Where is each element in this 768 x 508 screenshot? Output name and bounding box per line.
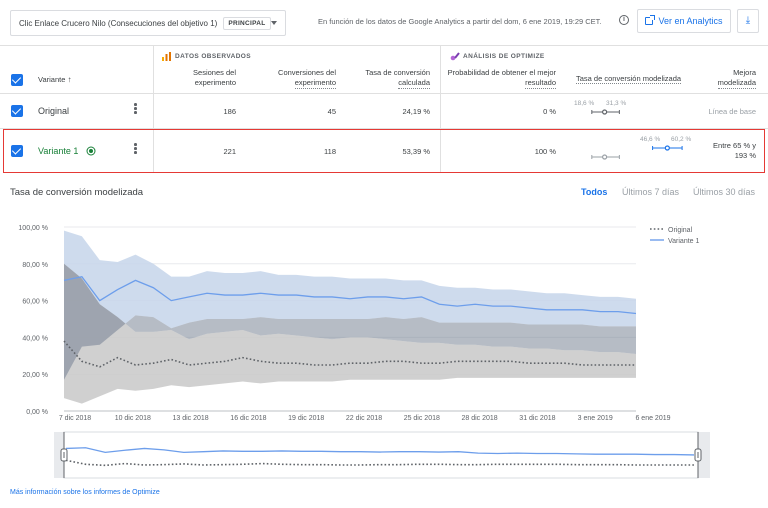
column-header-probability[interactable]: Probabilidad de obtener el mejor resulta…: [440, 68, 556, 89]
info-icon[interactable]: i: [619, 15, 629, 25]
header-line: Probabilidad de obtener el mejor: [447, 68, 556, 77]
view-in-analytics-label: Ver en Analytics: [658, 16, 723, 26]
x-tick-label: 28 dic 2018: [461, 415, 497, 422]
column-header-variant[interactable]: Variante ↑: [38, 75, 71, 85]
sort-up-arrow-icon: ↑: [67, 75, 72, 84]
rate-value: 24,19 %: [402, 107, 430, 116]
external-link-icon: [645, 15, 656, 25]
x-tick-label: 22 dic 2018: [346, 415, 382, 422]
range-tab-7-days[interactable]: Últimos 7 días: [622, 187, 679, 197]
x-tick-label: 10 dic 2018: [115, 415, 151, 422]
x-tick-label: 31 dic 2018: [519, 415, 555, 422]
table-row[interactable]: Original 186 45 24,19 % 0 % 18,6 % 31,3 …: [0, 94, 768, 128]
x-tick-label: 3 ene 2019: [578, 415, 613, 422]
y-tick-label: 80,00 %: [22, 262, 48, 269]
y-tick-label: 0,00 %: [26, 409, 48, 416]
x-tick-label: 13 dic 2018: [172, 415, 208, 422]
analytics-data-info: En función de los datos de Google Analyt…: [318, 17, 602, 26]
header-line: experimento: [194, 78, 236, 87]
ci-mean-point: [602, 109, 608, 115]
ci-high-label: 31,3 %: [606, 100, 627, 107]
selected-row-highlight: [3, 129, 765, 173]
header-line: resultado: [525, 78, 556, 89]
column-header-conversions[interactable]: Conversiones del experimento: [270, 68, 336, 89]
range-tab-all[interactable]: Todos: [581, 187, 607, 197]
bar-chart-icon: [162, 52, 172, 61]
sessions-value: 186: [223, 107, 236, 116]
header-line: modelizada: [717, 78, 756, 89]
objective-selector-label: Clic Enlace Crucero Nilo (Consecuciones …: [19, 18, 218, 28]
time-range-navigator[interactable]: [0, 430, 768, 482]
download-icon: ⤓: [745, 15, 751, 26]
x-tick-label: 16 dic 2018: [230, 415, 266, 422]
y-tick-label: 60,00 %: [22, 299, 48, 306]
legend-label-original: Original: [668, 227, 693, 234]
download-button[interactable]: ⤓: [737, 9, 759, 33]
x-tick-label: 19 dic 2018: [288, 415, 324, 422]
column-header-modeled-rate[interactable]: Tasa de conversión modelizada: [576, 74, 682, 84]
modeled-rate-chart[interactable]: 0,00 % 20,00 % 40,00 % 60,00 % 80,00 % 100,00…: [0, 215, 768, 425]
column-header-variant-label: Variante: [38, 75, 66, 84]
column-header-improvement[interactable]: Mejora modelizada: [700, 68, 756, 89]
header-line: Mejora: [733, 68, 756, 77]
ci-mini-plot-original: [591, 109, 620, 115]
row-checkbox[interactable]: [11, 105, 23, 117]
header-line: experimento: [294, 78, 336, 89]
dropdown-caret-icon: [271, 21, 277, 25]
header-line: Conversiones del: [278, 68, 336, 77]
probability-value: 0 %: [543, 107, 556, 116]
optimize-reports-info-link[interactable]: Más información sobre los informes de Op…: [10, 489, 160, 496]
group-observed-data: DATOS OBSERVADOS: [175, 53, 251, 60]
header-line: Tasa de conversión: [365, 68, 430, 77]
header-line: Sesiones del: [193, 68, 236, 77]
table-top-divider: [0, 45, 768, 46]
view-in-analytics-button[interactable]: Ver en Analytics: [637, 9, 731, 33]
header-line: Tasa de conversión modelizada: [576, 74, 682, 84]
conversions-value: 45: [327, 107, 336, 116]
y-tick-label: 100,00 %: [18, 225, 48, 232]
legend-label-variant: Variante 1: [668, 238, 699, 245]
x-tick-label: 6 ene 2019: [635, 415, 670, 422]
navigator-frame: [63, 431, 699, 479]
column-header-rate[interactable]: Tasa de conversión calculada: [354, 68, 430, 89]
range-tab-30-days[interactable]: Últimos 30 días: [693, 187, 755, 197]
improvement-value: Línea de base: [708, 107, 756, 116]
header-line: calculada: [398, 78, 430, 89]
select-all-checkbox[interactable]: [11, 74, 23, 86]
x-tick-label: 25 dic 2018: [404, 415, 440, 422]
y-tick-label: 40,00 %: [22, 335, 48, 342]
variant-name: Original: [38, 106, 70, 116]
chart-title: Tasa de conversión modelizada: [10, 187, 144, 198]
x-tick-label: 7 dic 2018: [59, 415, 91, 422]
column-header-sessions[interactable]: Sesiones del experimento: [170, 68, 236, 88]
y-tick-label: 20,00 %: [22, 372, 48, 379]
group-optimize-analysis: ANÁLISIS DE OPTIMIZE: [463, 53, 545, 60]
principal-badge: PRINCIPAL: [223, 16, 271, 30]
ci-low-label: 18,6 %: [574, 100, 595, 107]
objective-selector[interactable]: Clic Enlace Crucero Nilo (Consecuciones …: [10, 10, 286, 36]
more-options-icon[interactable]: [134, 103, 137, 116]
optimize-icon: [450, 52, 460, 62]
